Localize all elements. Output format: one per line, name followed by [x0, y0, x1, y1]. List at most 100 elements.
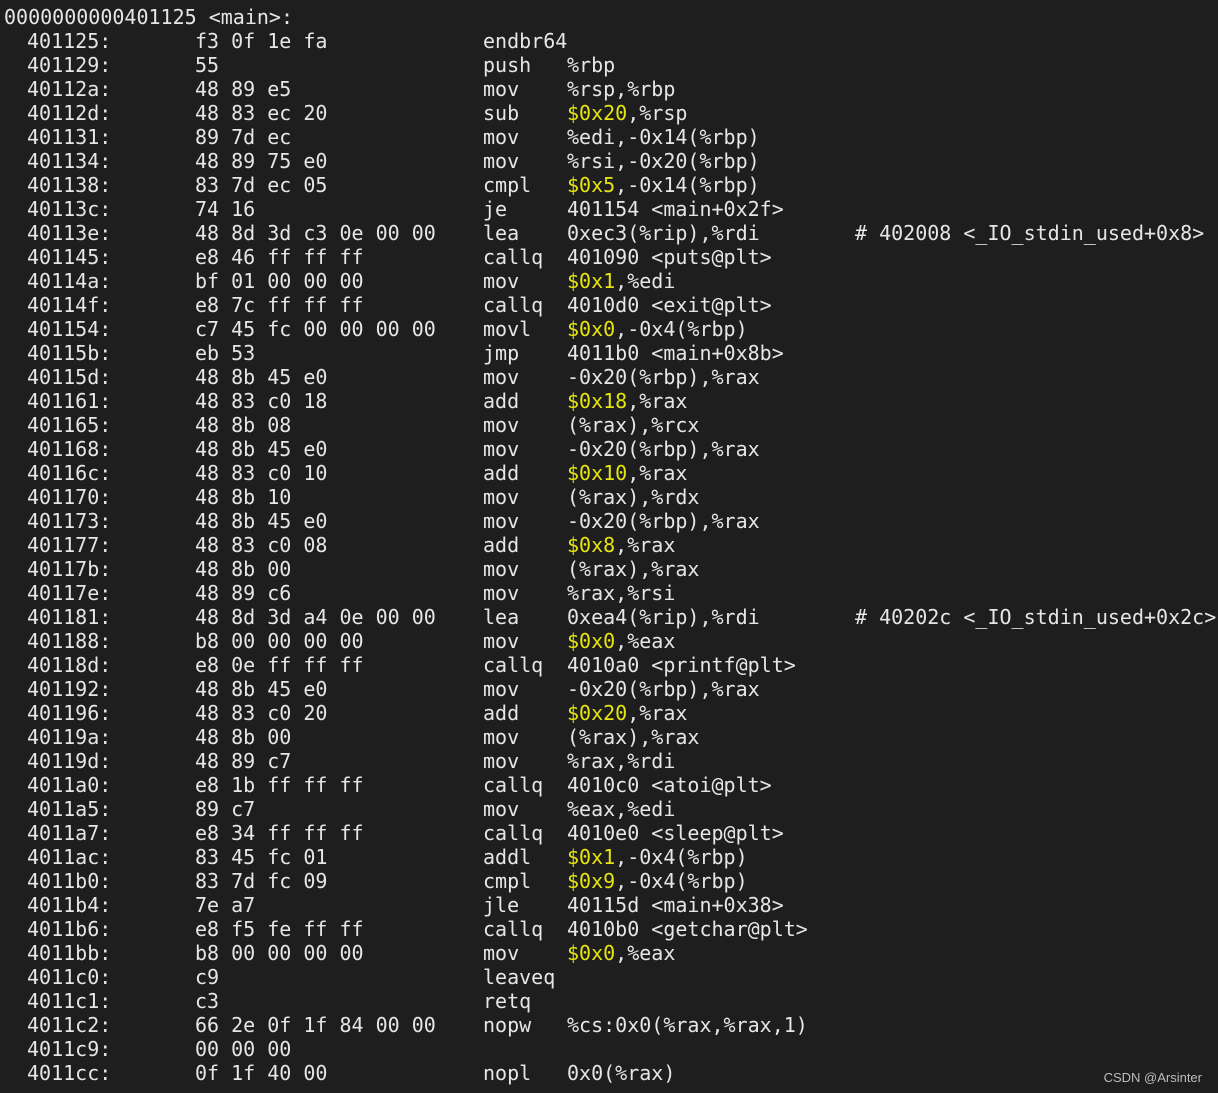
operand-text: %rsi,-0x20(%rbp) — [567, 149, 760, 173]
instruction-mnemonic: callq — [483, 293, 544, 317]
operand-text: ,-0x4(%rbp) — [615, 845, 748, 869]
instruction-operands: $0x1,-0x4(%rbp) — [567, 845, 748, 869]
instruction-row: 4011a7: e8 34 ff ff ff callq 4010e0 <sleep@… — [4, 821, 1216, 845]
instruction-operands: %rax,%rsi — [567, 581, 675, 605]
instruction-bytes: 48 83 c0 08 — [195, 533, 328, 557]
instruction-row: 401188: b8 00 00 00 00 mov $0x0,%eax — [4, 629, 1216, 653]
instruction-row: 401170: 48 8b 10 mov (%rax),%rdx — [4, 485, 1216, 509]
instruction-bytes: 48 8b 00 — [195, 557, 292, 581]
instruction-bytes: c3 — [195, 989, 220, 1013]
instruction-operands: 4010d0 <exit@plt> — [567, 293, 772, 317]
instruction-mnemonic: mov — [483, 941, 520, 965]
instruction-mnemonic: addl — [483, 845, 532, 869]
instruction-row: 4011c0: c9 leaveq — [4, 965, 1216, 989]
watermark: CSDN @Arsinter — [1103, 1070, 1202, 1085]
instruction-mnemonic: mov — [483, 725, 520, 749]
operand-text: 4010d0 <exit@plt> — [567, 293, 772, 317]
instruction-row: 40117b: 48 8b 00 mov (%rax),%rax — [4, 557, 1216, 581]
instruction-row: 401168: 48 8b 45 e0 mov -0x20(%rbp),%rax — [4, 437, 1216, 461]
instruction-mnemonic: movl — [483, 317, 532, 341]
instruction-address: 401138: — [27, 173, 112, 197]
instruction-operands: 401090 <puts@plt> — [567, 245, 772, 269]
instruction-address: 4011c1: — [27, 989, 112, 1013]
instruction-address: 401181: — [27, 605, 112, 629]
instruction-bytes: 83 45 fc 01 — [195, 845, 328, 869]
operand-text: %cs:0x0(%rax,%rax,1) — [567, 1013, 808, 1037]
instruction-bytes: 48 8b 45 e0 — [195, 677, 328, 701]
instruction-bytes: 48 8d 3d c3 0e 00 00 — [195, 221, 436, 245]
operand-text: ,%rax — [627, 389, 688, 413]
instruction-row: 4011c1: c3 retq — [4, 989, 1216, 1013]
instruction-mnemonic: mov — [483, 797, 520, 821]
instruction-operands: 4010a0 <printf@plt> — [567, 653, 796, 677]
instruction-address: 40118d: — [27, 653, 112, 677]
instruction-row: 40113e: 48 8d 3d c3 0e 00 00 lea 0xec3(%rip… — [4, 221, 1216, 245]
instruction-mnemonic: cmpl — [483, 173, 532, 197]
instruction-mnemonic: callq — [483, 653, 544, 677]
instruction-address: 401188: — [27, 629, 112, 653]
instruction-mnemonic: mov — [483, 125, 520, 149]
operand-text: ,%eax — [615, 629, 676, 653]
immediate-value: $0x9 — [567, 869, 616, 893]
instruction-operands: 4010e0 <sleep@plt> — [567, 821, 784, 845]
instruction-row: 401196: 48 83 c0 20 add $0x20,%rax — [4, 701, 1216, 725]
instruction-address: 401170: — [27, 485, 112, 509]
disassembly-listing: 0000000000401125 <main>: 401125: f3 0f 1e… — [4, 5, 1216, 1085]
instruction-operands: $0x20,%rax — [567, 701, 687, 725]
immediate-value: $0x10 — [567, 461, 628, 485]
operand-text: ,%rsp — [627, 101, 688, 125]
instruction-mnemonic: leaveq — [483, 965, 556, 989]
instruction-bytes: 83 7d fc 09 — [195, 869, 328, 893]
instruction-row: 401181: 48 8d 3d a4 0e 00 00 lea 0xea4(%rip… — [4, 605, 1216, 629]
instruction-mnemonic: push — [483, 53, 532, 77]
instruction-row: 40119a: 48 8b 00 mov (%rax),%rax — [4, 725, 1216, 749]
instruction-address: 4011c0: — [27, 965, 112, 989]
immediate-value: $0x5 — [567, 173, 616, 197]
instruction-row: 4011a5: 89 c7 mov %eax,%edi — [4, 797, 1216, 821]
instruction-address: 4011b0: — [27, 869, 112, 893]
operand-text: -0x20(%rbp),%rax — [567, 365, 760, 389]
instruction-bytes: 55 — [195, 53, 220, 77]
operand-text: (%rax),%rax — [567, 725, 700, 749]
instruction-bytes: f3 0f 1e fa — [195, 29, 328, 53]
instruction-bytes: e8 1b ff ff ff — [195, 773, 364, 797]
instruction-address: 401145: — [27, 245, 112, 269]
instruction-address: 401129: — [27, 53, 112, 77]
instruction-bytes: c9 — [195, 965, 220, 989]
operand-text: 0xec3(%rip),%rdi — [567, 221, 760, 245]
instruction-operands: 40115d <main+0x38> — [567, 893, 784, 917]
instruction-row: 4011bb: b8 00 00 00 00 mov $0x0,%eax — [4, 941, 1216, 965]
instruction-row: 40116c: 48 83 c0 10 add $0x10,%rax — [4, 461, 1216, 485]
instruction-bytes: 66 2e 0f 1f 84 00 00 — [195, 1013, 436, 1037]
instruction-operands: %eax,%edi — [567, 797, 675, 821]
instruction-operands: $0x1,%edi — [567, 269, 675, 293]
instruction-operands: 0xec3(%rip),%rdi — [567, 221, 760, 245]
instruction-operands: -0x20(%rbp),%rax — [567, 437, 760, 461]
instruction-bytes: 48 8d 3d a4 0e 00 00 — [195, 605, 436, 629]
instruction-mnemonic: callq — [483, 773, 544, 797]
instruction-address: 40113c: — [27, 197, 112, 221]
instruction-mnemonic: jmp — [483, 341, 520, 365]
immediate-value: $0x8 — [567, 533, 616, 557]
instruction-bytes: 48 89 75 e0 — [195, 149, 328, 173]
instruction-address: 4011bb: — [27, 941, 112, 965]
instruction-row: 401177: 48 83 c0 08 add $0x8,%rax — [4, 533, 1216, 557]
instruction-operands: $0x10,%rax — [567, 461, 687, 485]
instruction-row: 40115d: 48 8b 45 e0 mov -0x20(%rbp),%rax — [4, 365, 1216, 389]
instruction-row: 4011c2: 66 2e 0f 1f 84 00 00 nopw %cs:0x0(%… — [4, 1013, 1216, 1037]
instruction-address: 4011c9: — [27, 1037, 112, 1061]
operand-text: 401154 <main+0x2f> — [567, 197, 784, 221]
instruction-address: 401131: — [27, 125, 112, 149]
instruction-address: 401168: — [27, 437, 112, 461]
instruction-row: 4011ac: 83 45 fc 01 addl $0x1,-0x4(%rbp) — [4, 845, 1216, 869]
instruction-operands: $0x0,%eax — [567, 941, 675, 965]
instruction-bytes: 48 8b 45 e0 — [195, 509, 328, 533]
instruction-mnemonic: lea — [483, 221, 520, 245]
operand-text: (%rax),%rax — [567, 557, 700, 581]
instruction-row: 40114f: e8 7c ff ff ff callq 4010d0 <exit@p… — [4, 293, 1216, 317]
instruction-row: 401173: 48 8b 45 e0 mov -0x20(%rbp),%rax — [4, 509, 1216, 533]
instruction-address: 401173: — [27, 509, 112, 533]
instruction-operands: %cs:0x0(%rax,%rax,1) — [567, 1013, 808, 1037]
operand-text: 4010c0 <atoi@plt> — [567, 773, 772, 797]
instruction-row: 40117e: 48 89 c6 mov %rax,%rsi — [4, 581, 1216, 605]
